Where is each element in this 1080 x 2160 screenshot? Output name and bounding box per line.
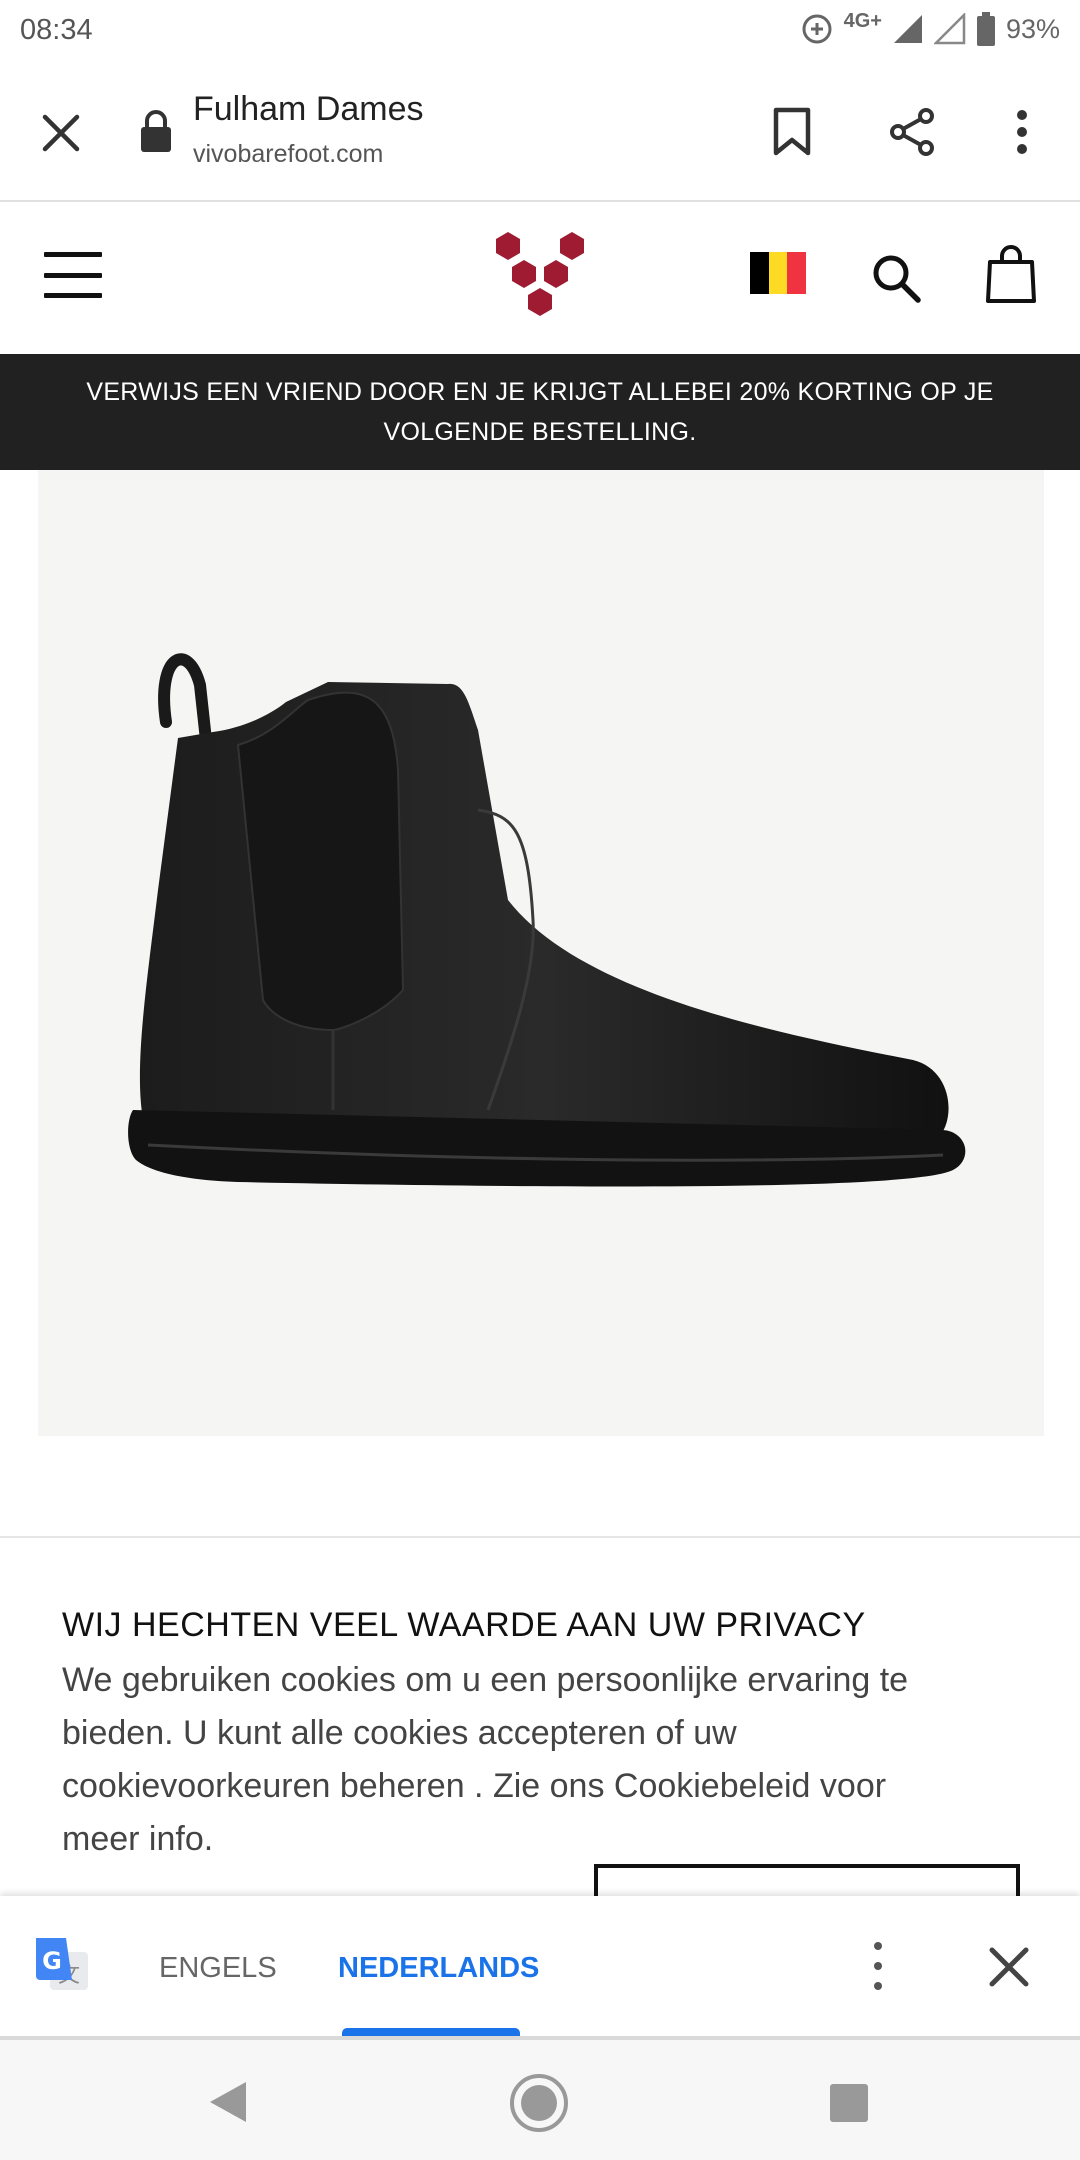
site-header [0,204,1080,354]
close-icon [42,114,80,152]
promo-banner[interactable]: VERWIJS EEN VRIEND DOOR EN JE KRIJGT ALL… [0,354,1080,470]
flag-stripe [787,252,807,294]
cookie-accept-button[interactable] [594,1864,1020,1898]
data-saver-icon [802,14,832,44]
system-nav-bar [0,2040,1080,2160]
google-translate-icon[interactable]: 文 G [32,1936,90,1994]
language-tab-dutch[interactable]: NEDERLANDS [338,1952,539,1985]
svg-text:G: G [42,1947,62,1975]
browser-toolbar: Fulham Dames vivobarefoot.com [0,62,1080,202]
promo-text: VERWIJS EEN VRIEND DOOR EN JE KRIJGT ALL… [86,378,994,446]
status-bar: 08:34 4G+ 93% [0,0,1080,62]
cookie-title: WIJ HECHTEN VEEL WAARDE AAN UW PRIVACY [62,1606,866,1644]
vivobarefoot-logo[interactable] [490,230,590,326]
battery-icon [976,12,995,46]
more-vert-icon [1017,110,1027,154]
shopping-bag-icon[interactable] [985,244,1037,304]
cookie-consent-panel: WIJ HECHTEN VEEL WAARDE AAN UW PRIVACY W… [0,1538,1080,1898]
translate-more-button[interactable] [858,1936,898,1996]
flag-stripe [750,252,769,294]
battery-percentage: 93% [1005,13,1060,44]
signal-empty-icon [933,13,966,45]
product-image[interactable] [38,470,1044,1436]
chelsea-boot-image [128,653,966,1187]
status-time: 08:34 [20,14,93,46]
page-url[interactable]: vivobarefoot.com [193,140,383,169]
share-button[interactable] [880,100,944,164]
close-icon[interactable] [984,1942,1034,1992]
translate-bar: 文 G ENGELS NEDERLANDS [0,1896,1080,2038]
back-icon[interactable] [208,2080,248,2124]
recent-apps-icon[interactable] [830,2084,868,2122]
share-icon [890,108,934,156]
network-type: 4G+ [843,9,882,32]
close-tab-button[interactable] [30,102,92,164]
bookmark-icon [773,107,811,156]
flag-stripe [768,252,788,294]
more-options-button[interactable] [990,100,1054,164]
menu-button[interactable] [44,252,102,298]
home-icon[interactable] [508,2072,570,2134]
signal-icon [893,15,922,43]
bookmark-button[interactable] [760,100,824,164]
menu-icon [44,252,102,257]
lock-icon[interactable] [138,108,174,154]
page-title[interactable]: Fulham Dames [193,90,424,129]
search-icon[interactable] [870,252,922,304]
cookie-description: We gebruiken cookies om u een persoonlij… [62,1661,909,1858]
country-flag-belgium[interactable] [750,252,807,294]
status-icons: 4G+ 93% [800,9,1060,46]
more-vert-icon [874,1942,882,1950]
language-tab-english[interactable]: ENGELS [159,1952,277,1985]
